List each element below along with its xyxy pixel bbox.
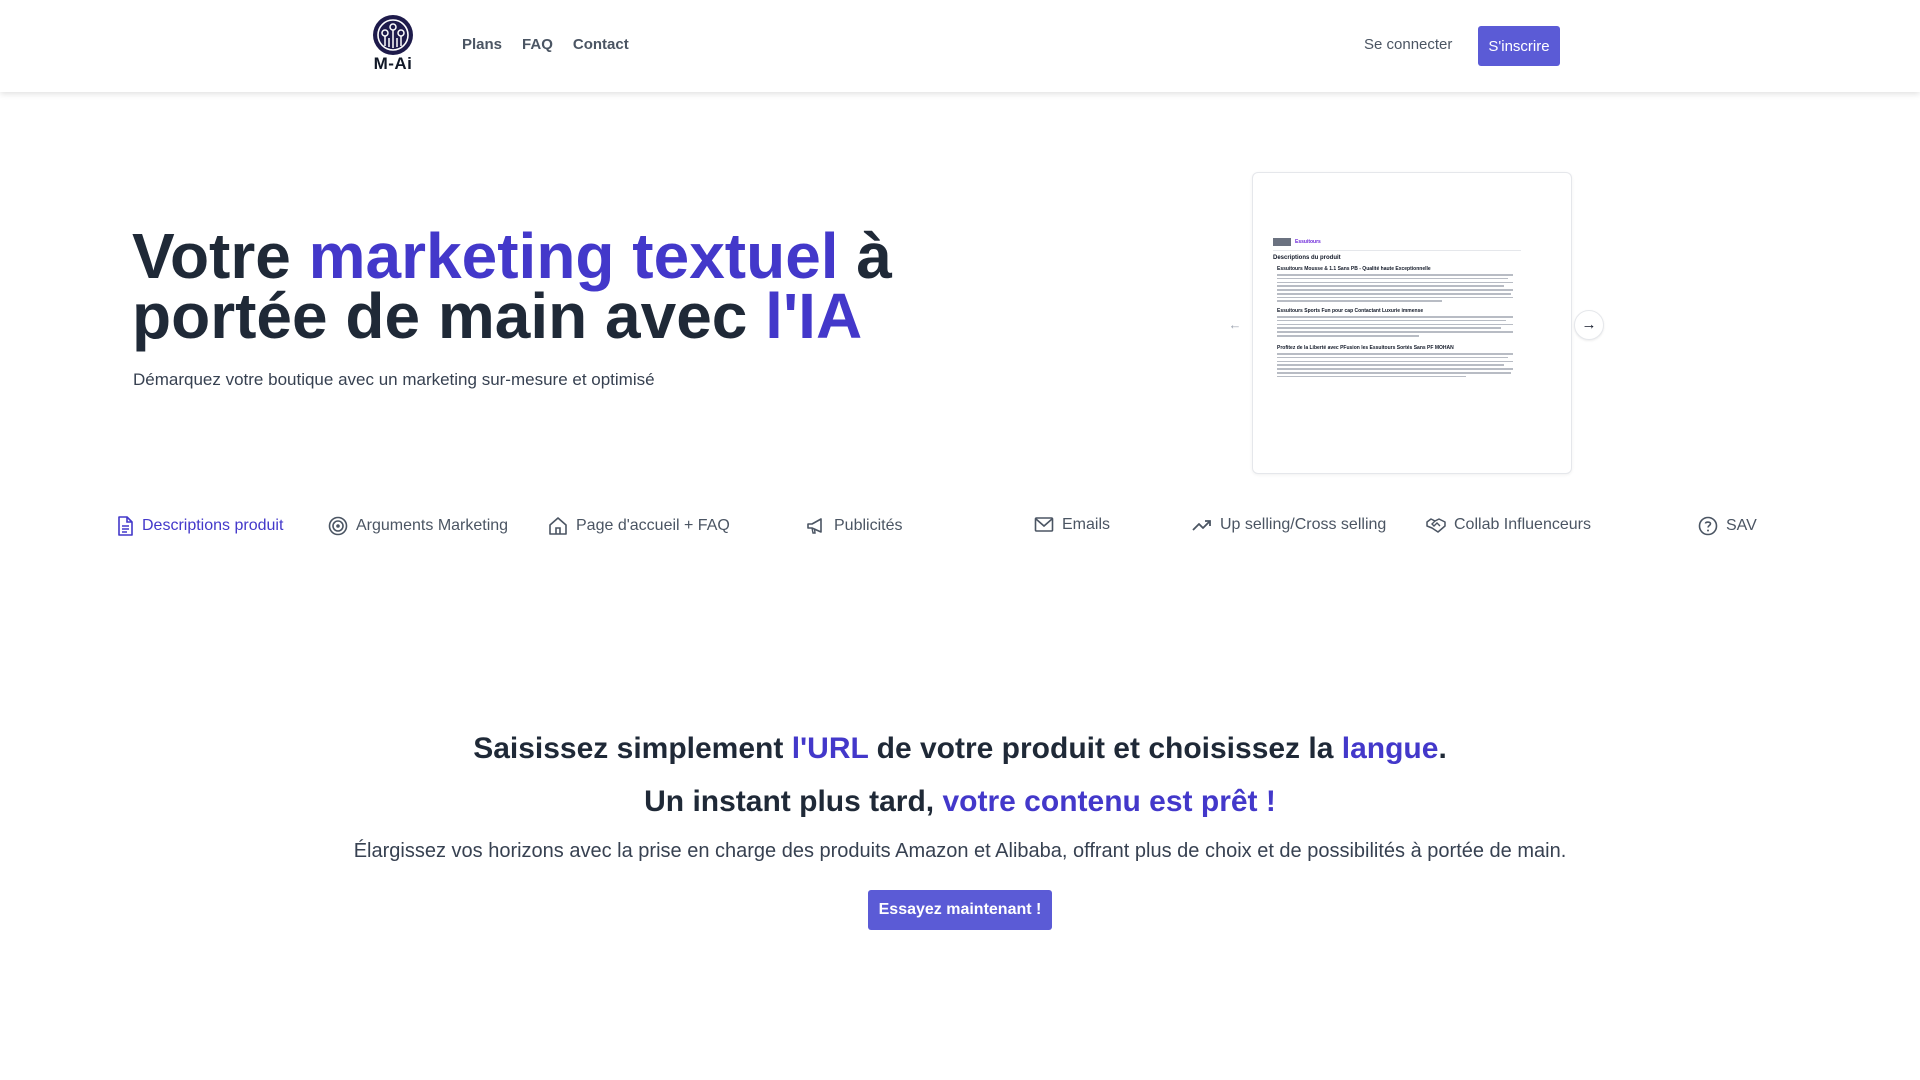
- section-title-accent: langue: [1341, 732, 1439, 765]
- section-subtitle: Élargissez vos horizons avec la prise en…: [353, 840, 1567, 862]
- main-nav: Plans FAQ Contact: [462, 36, 629, 53]
- tab-page-accueil-faq[interactable]: Page d'accueil + FAQ: [548, 516, 730, 536]
- megaphone-icon: [807, 518, 822, 534]
- section-title-part: Saisissez simplement: [473, 732, 792, 765]
- hero-subtitle: Démarquez votre boutique avec un marketi…: [133, 370, 655, 389]
- section-title-part: Un instant plus tard,: [644, 785, 943, 818]
- section-title-part: de votre produit et choisissez la: [868, 732, 1342, 765]
- brand-name: M-Ai: [373, 54, 413, 73]
- signup-button[interactable]: S'inscrire: [1478, 26, 1560, 66]
- tab-label: SAV: [1726, 517, 1757, 534]
- login-link[interactable]: Se connecter: [1364, 36, 1452, 53]
- tab-label: Descriptions produit: [142, 517, 284, 534]
- preview-block-title: Essuitours Mousse & 1.1 Sans PB - Qualit…: [1277, 266, 1431, 272]
- tab-publicites[interactable]: Publicités: [806, 516, 902, 536]
- preview-heading: Descriptions du produit: [1273, 255, 1341, 261]
- preview-block: Profitez de la Liberté avec PFusion les …: [1277, 345, 1513, 379]
- nav-plans[interactable]: Plans: [462, 36, 502, 53]
- tab-label: Up selling/Cross selling: [1220, 516, 1387, 533]
- tab-collab-influenceurs[interactable]: Collab Influenceurs: [1426, 516, 1591, 534]
- section-title-accent: votre contenu est prêt !: [942, 785, 1276, 818]
- handshake-icon: [1426, 518, 1446, 533]
- section-title-part: .: [1438, 732, 1447, 765]
- brain-logo-icon: [373, 15, 413, 55]
- carousel-prev-button[interactable]: ←: [1222, 312, 1248, 338]
- tab-label: Publicités: [834, 517, 903, 534]
- tab-label: Arguments Marketing: [356, 517, 509, 534]
- preview-image: Essuitours Descriptions du produit Essui…: [1273, 238, 1539, 399]
- target-icon: [328, 516, 348, 536]
- nav-faq[interactable]: FAQ: [522, 36, 553, 53]
- tab-up-cross-selling[interactable]: Up selling/Cross selling: [1192, 516, 1386, 534]
- preview-divider: [1273, 250, 1521, 251]
- preview-block-title: Essuitours Sports Fun pour cap Contactan…: [1277, 308, 1424, 314]
- try-now-button[interactable]: Essayez maintenant !: [868, 890, 1052, 930]
- feature-tabs: Descriptions produit Arguments Marketing…: [0, 516, 1920, 546]
- preview-block-title: Profitez de la Liberté avec PFusion les …: [1277, 345, 1454, 351]
- preview-logo: [1273, 238, 1291, 246]
- preview-brand: Essuitours: [1295, 239, 1321, 245]
- tab-sav[interactable]: SAV: [1698, 516, 1757, 536]
- tab-label: Collab Influenceurs: [1454, 516, 1591, 533]
- site-header: M-Ai Plans FAQ Contact Se connecter S'in…: [0, 0, 1920, 92]
- preview-block: Essuitours Mousse & 1.1 Sans PB - Qualit…: [1277, 266, 1513, 304]
- section-title-accent: l'URL: [791, 732, 869, 765]
- trending-up-icon: [1192, 520, 1211, 531]
- nav-contact[interactable]: Contact: [573, 36, 629, 53]
- tab-arguments-marketing[interactable]: Arguments Marketing: [328, 516, 508, 536]
- arrow-right-icon: →: [1581, 316, 1597, 333]
- home-icon: [549, 517, 567, 535]
- carousel-next-button[interactable]: →: [1574, 310, 1604, 340]
- carousel-card: Essuitours Descriptions du produit Essui…: [1252, 172, 1572, 474]
- preview-block: Essuitours Sports Fun pour cap Contactan…: [1277, 308, 1513, 339]
- arrow-left-icon: ←: [1228, 317, 1242, 332]
- brand-logo[interactable]: M-Ai: [366, 14, 420, 78]
- tab-descriptions-produit[interactable]: Descriptions produit: [116, 516, 283, 536]
- tab-label: Page d'accueil + FAQ: [576, 517, 730, 534]
- hero-title-accent2: l'IA: [765, 280, 863, 352]
- help-circle-icon: [1698, 516, 1718, 536]
- tab-emails[interactable]: Emails: [1034, 516, 1110, 534]
- section-title-line2: Un instant plus tard, votre contenu est …: [0, 785, 1920, 819]
- section-title-line1: Saisissez simplement l'URL de votre prod…: [0, 732, 1920, 766]
- tab-label: Emails: [1062, 516, 1111, 533]
- document-icon: [118, 516, 133, 536]
- mail-icon: [1034, 517, 1054, 532]
- hero-title: Votre marketing textuel à portée de main…: [132, 224, 892, 348]
